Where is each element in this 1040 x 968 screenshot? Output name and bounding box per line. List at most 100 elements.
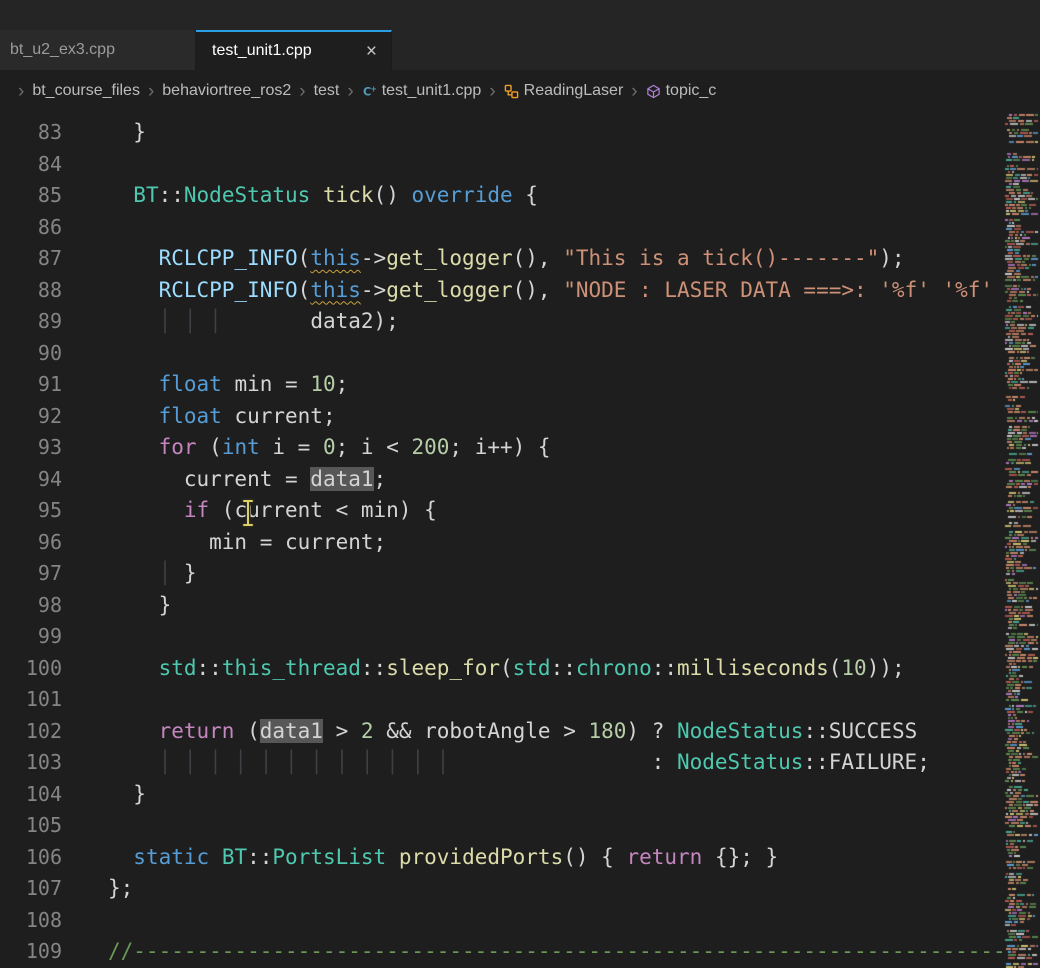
code-token: current =: [108, 467, 310, 491]
code-editor[interactable]: 83 }8485 BT::NodeStatus tick() override …: [0, 112, 1003, 968]
code-token: BT: [133, 183, 158, 207]
code-line[interactable]: 94 current = data1;: [0, 464, 1003, 496]
code-token: [108, 435, 159, 459]
code-token: }: [108, 782, 146, 806]
tab-bt-u2-ex3[interactable]: bt_u2_ex3.cpp: [0, 30, 196, 70]
code-line[interactable]: 107};: [0, 873, 1003, 905]
code-token: int: [222, 435, 260, 459]
minimap[interactable]: [1003, 112, 1040, 968]
chevron-right-icon: ›: [299, 82, 305, 101]
code-token: () {: [563, 845, 626, 869]
code-text: BT::NodeStatus tick() override {: [62, 180, 538, 212]
code-line[interactable]: 95 if (current < min) {: [0, 495, 1003, 527]
code-text: [62, 684, 108, 716]
line-number: 86: [0, 212, 62, 244]
breadcrumb-item-test[interactable]: test: [314, 82, 340, 100]
code-line[interactable]: 105: [0, 810, 1003, 842]
line-number: 93: [0, 432, 62, 464]
code-line[interactable]: 85 BT::NodeStatus tick() override {: [0, 180, 1003, 212]
code-token: [222, 309, 311, 333]
close-icon[interactable]: ×: [364, 42, 379, 61]
code-line[interactable]: 90: [0, 338, 1003, 370]
code-token: ::SUCCESS: [803, 719, 917, 743]
tab-test-unit1[interactable]: test_unit1.cpp ×: [196, 30, 392, 70]
code-line[interactable]: 86: [0, 212, 1003, 244]
code-line[interactable]: 103 │ │ │ │ │ │ │ │ │ │ │ │ : NodeStatus…: [0, 747, 1003, 779]
code-token: float: [159, 404, 222, 428]
code-token: [108, 561, 159, 585]
code-token: ));: [867, 656, 905, 680]
code-text: //--------------------------------------…: [62, 936, 1003, 968]
line-number: 105: [0, 810, 62, 842]
code-token: 180: [588, 719, 626, 743]
code-token: chrono: [576, 656, 652, 680]
code-token: return: [626, 845, 702, 869]
code-token: data1: [260, 719, 323, 743]
breadcrumb-item-bt-course-files[interactable]: bt_course_files: [32, 82, 140, 100]
code-text: [62, 905, 108, 937]
code-token: ) ?: [626, 719, 677, 743]
code-token: 2: [361, 719, 374, 743]
code-text: RCLCPP_INFO(this->get_logger(), "This is…: [62, 243, 905, 275]
code-token: override: [412, 183, 513, 207]
code-line[interactable]: 101: [0, 684, 1003, 716]
code-text: std::this_thread::sleep_for(std::chrono:…: [62, 653, 905, 685]
code-line[interactable]: 92 float current;: [0, 401, 1003, 433]
code-text: │ }: [62, 558, 197, 590]
code-line[interactable]: 108: [0, 905, 1003, 937]
breadcrumb-item-readinglaser[interactable]: ReadingLaser: [524, 82, 624, 100]
line-number: 99: [0, 621, 62, 653]
code-line[interactable]: 104 }: [0, 779, 1003, 811]
breadcrumb-item-topic-c[interactable]: topic_c: [666, 82, 717, 100]
code-line[interactable]: 91 float min = 10;: [0, 369, 1003, 401]
code-token: │ │ │: [159, 309, 222, 333]
code-text: };: [62, 873, 133, 905]
code-token: (),: [513, 278, 564, 302]
breadcrumb-item-behaviortree-ros2[interactable]: behaviortree_ros2: [162, 82, 291, 100]
line-number: 87: [0, 243, 62, 275]
code-line[interactable]: 83 }: [0, 117, 1003, 149]
code-text: [62, 810, 108, 842]
chevron-right-icon: ›: [489, 82, 495, 101]
code-line[interactable]: 106 static BT::PortsList providedPorts()…: [0, 842, 1003, 874]
code-line[interactable]: 98 }: [0, 590, 1003, 622]
line-number: 104: [0, 779, 62, 811]
code-token: ::: [247, 845, 272, 869]
code-line[interactable]: 93 for (int i = 0; i < 200; i++) {: [0, 432, 1003, 464]
code-line[interactable]: 97 │ }: [0, 558, 1003, 590]
code-text: [62, 338, 108, 370]
chevron-right-icon: ›: [18, 82, 24, 101]
code-line[interactable]: 88 RCLCPP_INFO(this->get_logger(), "NODE…: [0, 275, 1003, 307]
code-token: get_logger: [386, 246, 512, 270]
code-line[interactable]: 109 //-----------------------------------…: [0, 936, 1003, 968]
title-bar: [0, 0, 1040, 30]
line-number: 89: [0, 306, 62, 338]
line-number: 95: [0, 495, 62, 527]
code-token: && robotAngle >: [374, 719, 589, 743]
line-number: 108: [0, 905, 62, 937]
code-token: (: [298, 278, 311, 302]
code-token: tick: [323, 183, 374, 207]
code-text: │ │ │ │ │ │ │ │ │ │ │ │ : NodeStatus::FA…: [62, 747, 930, 779]
code-line[interactable]: 100 std::this_thread::sleep_for(std::chr…: [0, 653, 1003, 685]
code-token: [108, 278, 159, 302]
code-line[interactable]: 99: [0, 621, 1003, 653]
line-number: 109: [0, 936, 62, 968]
breadcrumb-item-test-unit1-cpp[interactable]: test_unit1.cpp: [382, 82, 482, 100]
code-token: (: [234, 719, 259, 743]
code-token: std: [159, 656, 197, 680]
code-line[interactable]: 102 return (data1 > 2 && robotAngle > 18…: [0, 716, 1003, 748]
code-token: (current < min) {: [209, 498, 437, 522]
code-text: if (current < min) {: [62, 495, 437, 527]
code-token: ; i++) {: [449, 435, 550, 459]
code-token: [108, 750, 159, 774]
code-line[interactable]: 89 │ │ │ data2);: [0, 306, 1003, 338]
code-line[interactable]: 84: [0, 149, 1003, 181]
code-token: i =: [260, 435, 323, 459]
code-token: [386, 845, 399, 869]
code-token: //--------------------------------------…: [108, 939, 1003, 963]
code-line[interactable]: 96 min = current;: [0, 527, 1003, 559]
code-token: 10: [841, 656, 866, 680]
code-line[interactable]: 87 RCLCPP_INFO(this->get_logger(), "This…: [0, 243, 1003, 275]
code-token: [108, 845, 133, 869]
